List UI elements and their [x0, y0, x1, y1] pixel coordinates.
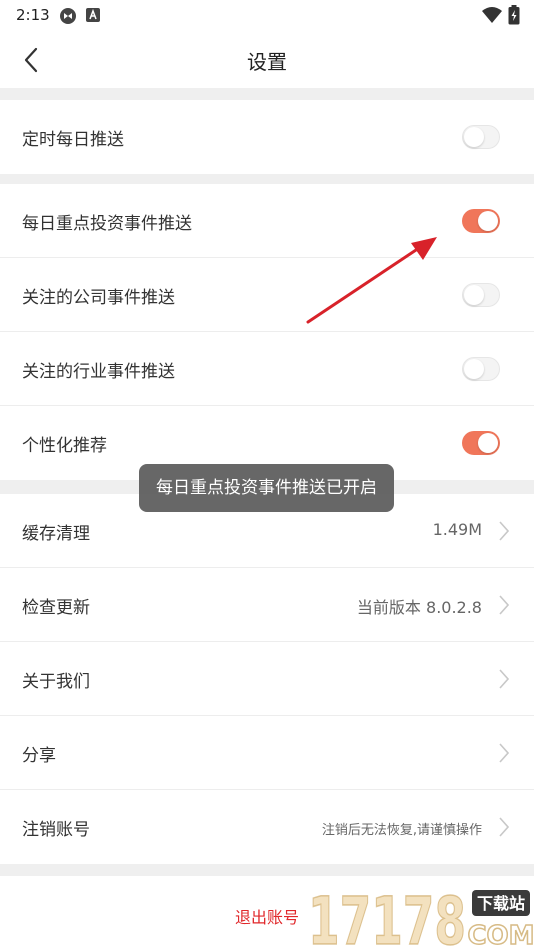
chevron-right-icon	[499, 669, 510, 689]
setting-row-delete-account[interactable]: 注销账号 注销后无法恢复,请谨慎操作	[0, 790, 534, 864]
setting-row-industry-push: 关注的行业事件推送	[0, 332, 534, 406]
watermark-digits: 17178	[308, 884, 466, 950]
setting-row-key-investment-push: 每日重点投资事件推送	[0, 184, 534, 258]
setting-label: 检查更新	[22, 598, 90, 618]
toggle-knob	[464, 127, 484, 147]
setting-row-company-push: 关注的公司事件推送	[0, 258, 534, 332]
wifi-icon	[482, 7, 502, 23]
personalized-toggle[interactable]	[462, 431, 500, 455]
settings-group-general: 缓存清理 1.49M 检查更新 当前版本 8.0.2.8 关于我们 分享 注销账…	[0, 494, 534, 864]
chevron-right-icon	[499, 595, 510, 615]
setting-label: 关注的公司事件推送	[22, 288, 175, 308]
delete-account-warning: 注销后无法恢复,请谨慎操作	[321, 823, 482, 838]
app-notification-icon	[86, 8, 100, 22]
setting-row-check-update[interactable]: 检查更新 当前版本 8.0.2.8	[0, 568, 534, 642]
industry-push-toggle[interactable]	[462, 357, 500, 381]
toggle-knob	[464, 285, 484, 305]
toggle-knob	[478, 433, 498, 453]
setting-row-daily-push: 定时每日推送	[0, 100, 534, 174]
nav-bar: 设置	[0, 30, 534, 88]
page-title: 设置	[247, 50, 287, 74]
watermark-logo: 17178 下载站 COM	[307, 884, 534, 950]
setting-label: 缓存清理	[22, 524, 90, 544]
setting-row-share[interactable]: 分享	[0, 716, 534, 790]
settings-group-push-schedule: 定时每日推送	[0, 100, 534, 174]
sync-icon	[60, 8, 76, 24]
watermark-badge: 下载站	[477, 894, 525, 913]
company-push-toggle[interactable]	[462, 283, 500, 307]
settings-group-push-options: 每日重点投资事件推送 关注的公司事件推送 关注的行业事件推送 个性化推荐	[0, 184, 534, 480]
toast-message: 每日重点投资事件推送已开启	[139, 464, 394, 512]
watermark-domain: COM	[467, 921, 534, 950]
chevron-right-icon	[499, 743, 510, 763]
setting-label: 关于我们	[22, 672, 90, 692]
version-value: 当前版本 8.0.2.8	[356, 598, 482, 617]
toggle-knob	[478, 211, 498, 231]
status-time: 2:13	[16, 6, 50, 24]
status-bar: 2:13	[0, 0, 534, 30]
setting-label: 每日重点投资事件推送	[22, 214, 192, 234]
setting-label: 分享	[22, 746, 56, 766]
setting-label: 关注的行业事件推送	[22, 362, 175, 382]
setting-label: 注销账号	[22, 820, 90, 840]
setting-row-about-us[interactable]: 关于我们	[0, 642, 534, 716]
chevron-right-icon	[499, 521, 510, 541]
chevron-right-icon	[499, 817, 510, 837]
cache-size-value: 1.49M	[432, 520, 482, 539]
setting-label: 个性化推荐	[22, 436, 107, 456]
setting-label: 定时每日推送	[22, 130, 124, 150]
key-investment-push-toggle[interactable]	[462, 209, 500, 233]
toggle-knob	[464, 359, 484, 379]
battery-icon	[508, 5, 520, 25]
daily-push-toggle[interactable]	[462, 125, 500, 149]
